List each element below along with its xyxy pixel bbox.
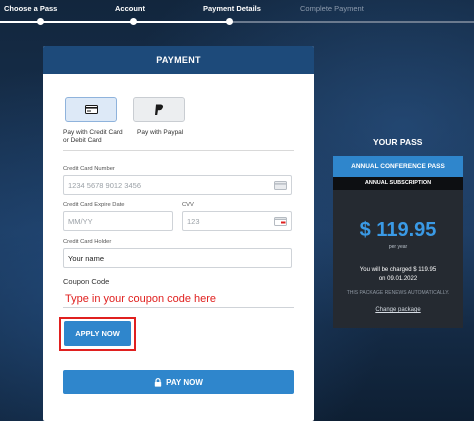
pay-now-button[interactable]: PAY NOW [63,370,294,394]
pay-now-label: PAY NOW [166,377,203,387]
pay-with-paypal-label: Pay with Paypal [137,129,184,136]
expire-date-label: Credit Card Expire Date [63,202,125,208]
pass-type: ANNUAL SUBSCRIPTION [333,177,463,190]
lock-icon [154,377,162,387]
pass-price: $ 119.95 [359,219,437,241]
pass-period: per year [388,244,408,250]
pass-summary: ANNUAL CONFERENCE PASS ANNUAL SUBSCRIPTI… [333,156,463,328]
progress-stepper: Choose a Pass Account Payment Details Co… [0,0,474,30]
section-divider [63,150,294,151]
card-number-input[interactable] [63,175,292,195]
card-number-label: Credit Card Number [63,166,115,172]
coupon-input-underline [63,307,294,308]
apply-now-button[interactable]: APPLY NOW [64,321,131,346]
your-pass-heading: YOUR PASS [373,137,423,147]
step-line-completed [0,21,230,23]
step-choose-pass[interactable]: Choose a Pass [4,4,57,13]
card-brand-icon [274,181,287,190]
auto-renew-note: THIS PACKAGE RENEWS AUTOMATICALLY. [346,290,450,296]
step-dot-3 [226,18,233,25]
pay-with-paypal-option[interactable] [133,97,185,122]
step-dot-1 [37,18,44,25]
card-holder-input[interactable] [63,248,292,268]
paypal-icon [155,104,164,115]
step-complete-payment: Complete Payment [300,4,364,13]
payment-title: PAYMENT [43,46,314,74]
expire-date-input[interactable] [63,211,173,231]
pay-with-card-option[interactable] [65,97,117,122]
charge-note: You will be charged $ 119.95 on 09.01.20… [359,267,437,282]
pass-name: ANNUAL CONFERENCE PASS [333,156,463,177]
payment-card: PAYMENT Pay with Credit Card or Debit Ca… [43,46,314,421]
cvv-label: CVV [182,202,194,208]
pay-with-card-label: Pay with Credit Card or Debit Card [63,129,123,144]
card-holder-label: Credit Card Holder [63,239,112,245]
step-dot-2 [130,18,137,25]
coupon-code-label: Coupon Code [63,277,110,286]
coupon-code-input[interactable]: Type in your coupon code here [65,293,216,305]
cvv-card-icon [274,217,287,226]
credit-card-icon [84,105,98,114]
step-payment-details: Payment Details [203,4,261,13]
step-account[interactable]: Account [115,4,145,13]
step-line-remaining [230,21,474,23]
change-package-link[interactable]: Change package [333,307,463,313]
